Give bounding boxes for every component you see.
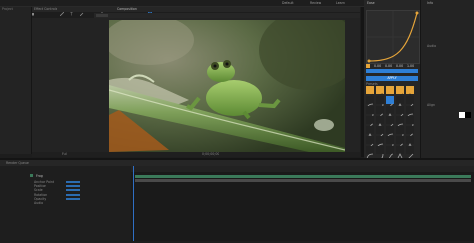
property-value[interactable] <box>66 197 80 200</box>
viewer-timecode: 0;00;00;00 <box>202 152 220 156</box>
preset-cell[interactable] <box>376 136 384 151</box>
camera-tool-icon[interactable] <box>30 1 34 16</box>
preset-cell[interactable] <box>396 126 404 141</box>
ease-tab[interactable]: Ease <box>367 1 375 5</box>
info-tab[interactable]: Info <box>427 1 433 5</box>
zoom-level[interactable]: Full <box>62 152 67 156</box>
preset-cell[interactable] <box>366 96 374 111</box>
layer-color-swatch <box>30 174 33 177</box>
layer-track-bar[interactable] <box>135 175 471 178</box>
layer-name[interactable]: Frog <box>36 174 43 178</box>
frog-image <box>109 20 345 152</box>
preset-cell[interactable] <box>406 86 414 101</box>
preset-grid <box>366 86 416 161</box>
preset-cell[interactable] <box>376 116 384 131</box>
svg-text:T: T <box>70 12 73 16</box>
puppet-tool-icon[interactable] <box>100 1 104 16</box>
ease-value-4[interactable]: 1.00 <box>407 64 414 68</box>
hand-tool-icon[interactable] <box>18 1 22 16</box>
preset-cell[interactable] <box>386 146 394 161</box>
preset-cell[interactable] <box>386 116 394 131</box>
snapping-checkbox-icon[interactable] <box>148 1 153 17</box>
preset-cell[interactable] <box>386 106 394 121</box>
apply-button[interactable]: APPLY <box>366 76 418 81</box>
workspace-tab-learn[interactable]: Learn <box>336 1 345 5</box>
playhead[interactable] <box>133 166 134 241</box>
home-icon[interactable] <box>3 1 7 16</box>
effect-controls-tab[interactable]: Effect Controls <box>34 7 57 11</box>
preset-cell[interactable] <box>396 106 404 121</box>
preset-cell[interactable] <box>406 146 414 161</box>
text-tool-icon[interactable]: T <box>69 1 74 17</box>
preset-cell[interactable] <box>406 96 414 111</box>
preset-cell[interactable] <box>406 136 414 151</box>
preset-cell[interactable] <box>366 116 374 131</box>
workspace-tab-default[interactable]: Default <box>282 1 294 5</box>
preset-cell[interactable] <box>396 96 404 111</box>
preset-cell[interactable] <box>376 106 384 121</box>
preset-cell[interactable] <box>366 106 374 121</box>
property-value[interactable] <box>66 189 80 192</box>
preset-cell[interactable] <box>376 86 384 101</box>
preset-cell[interactable] <box>406 116 414 131</box>
ease-value-1[interactable]: 0.00 <box>374 64 381 68</box>
preset-cell[interactable] <box>376 126 384 141</box>
viewer-footer-bar: Full 0;00;00;00 <box>32 152 360 157</box>
project-panel: Project <box>0 7 32 154</box>
preset-cell[interactable] <box>386 136 394 151</box>
preset-cell[interactable] <box>376 146 384 161</box>
preset-cell[interactable] <box>386 96 394 111</box>
select-tool-icon[interactable] <box>12 1 16 16</box>
preset-cell[interactable] <box>396 86 404 101</box>
render-queue-tab[interactable]: Render Queue <box>6 161 29 165</box>
project-tab[interactable]: Project <box>2 7 13 11</box>
panel-tab-bar: Effect Controls Composition <box>32 7 360 12</box>
preset-cell[interactable] <box>396 146 404 161</box>
preset-cell[interactable] <box>406 126 414 141</box>
timeline-tracks[interactable] <box>131 166 474 241</box>
layer-list: Frog Anchor Point Position Scale Rotation Op… <box>0 166 131 241</box>
frog-image-frame[interactable] <box>109 20 345 152</box>
comp-subtab[interactable] <box>96 14 108 17</box>
ease-value-2[interactable]: 0.00 <box>385 64 392 68</box>
ease-value-3[interactable]: 0.00 <box>396 64 403 68</box>
info-panel: Info Audio Align <box>420 0 474 160</box>
pen-tool-icon[interactable] <box>59 1 65 17</box>
preset-cell[interactable] <box>386 86 394 101</box>
composition-tab[interactable]: Composition <box>117 7 137 11</box>
preset-cell[interactable] <box>386 126 394 141</box>
ease-handle-start[interactable] <box>367 59 371 63</box>
ease-color-swatch[interactable] <box>366 64 370 68</box>
zoom-tool-icon[interactable] <box>24 1 28 16</box>
ease-values-row: 0.00 0.00 0.00 1.00 <box>366 64 418 74</box>
brush-tool-icon[interactable] <box>79 1 84 17</box>
preset-cell[interactable] <box>366 126 374 141</box>
preset-cell[interactable] <box>396 116 404 131</box>
preset-cell[interactable] <box>406 106 414 121</box>
property-label: Audio <box>34 201 44 205</box>
preset-cell[interactable] <box>396 136 404 151</box>
preset-cell[interactable] <box>366 146 374 161</box>
property-value[interactable] <box>66 185 80 188</box>
align-tab[interactable]: Align <box>427 103 435 107</box>
property-value[interactable] <box>66 181 80 183</box>
property-row[interactable]: Audio <box>30 201 130 205</box>
work-area-bar[interactable] <box>135 179 471 182</box>
ease-toolbar <box>366 69 418 73</box>
audio-tab[interactable]: Audio <box>427 44 436 48</box>
ease-handle-end[interactable] <box>415 11 419 15</box>
align-swatch-black[interactable] <box>465 112 471 118</box>
time-ruler[interactable] <box>131 166 474 172</box>
property-value[interactable] <box>66 193 80 196</box>
preset-cell[interactable] <box>376 96 384 111</box>
preset-cell[interactable] <box>366 136 374 151</box>
workspace-tab-review[interactable]: Review <box>310 1 321 5</box>
ease-curve-graph[interactable] <box>366 10 420 64</box>
preset-cell[interactable] <box>366 86 374 101</box>
layer-row[interactable]: Frog <box>0 174 131 178</box>
